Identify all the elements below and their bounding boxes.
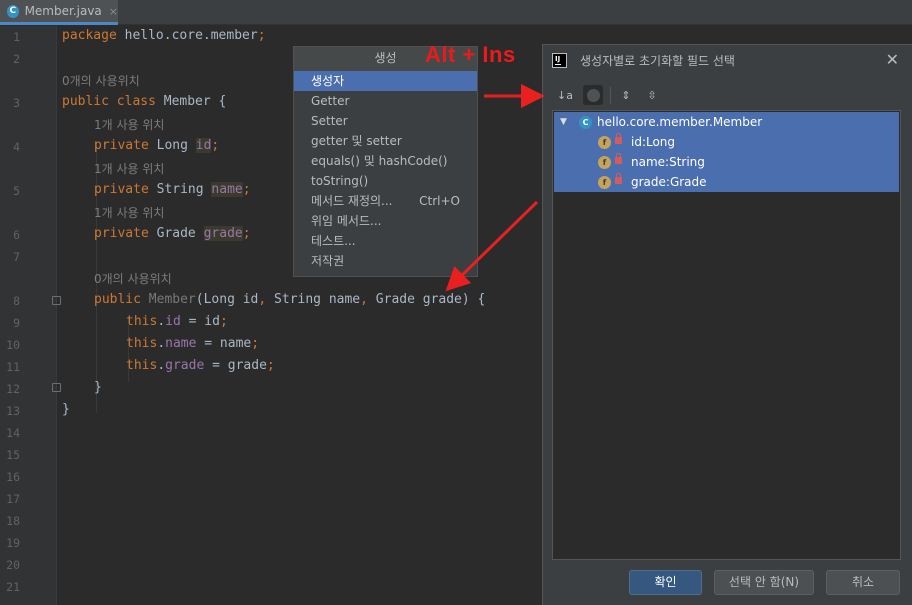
tree-node-label: id:Long <box>631 135 676 149</box>
tree-node-field[interactable]: f name:String <box>554 152 899 172</box>
code-line: public Member(Long id, String name, Grad… <box>94 292 486 307</box>
line-number: 6 <box>13 228 20 242</box>
line-number: 16 <box>6 470 20 484</box>
usage-hint[interactable]: 0개의 사용위치 <box>94 270 172 287</box>
usage-hint[interactable]: 1개 사용 위치 <box>94 116 164 133</box>
dialog-toolbar: ↓a ⇕ ⇳ <box>553 85 893 107</box>
collapse-all-icon[interactable]: ⇳ <box>642 85 662 105</box>
tree-node-field[interactable]: f grade:Grade <box>554 172 899 192</box>
line-number: 11 <box>6 360 20 374</box>
close-icon[interactable]: ✕ <box>886 50 899 69</box>
class-c-icon: C <box>7 4 19 18</box>
editor-tab-bar: C Member.java × <box>0 0 912 25</box>
expand-all-icon[interactable]: ⇕ <box>616 85 636 105</box>
menu-item-setter[interactable]: Setter <box>294 111 477 131</box>
code-line: } <box>94 380 102 395</box>
menu-item-tostring[interactable]: toString() <box>294 171 477 191</box>
line-number: 8 <box>13 294 20 308</box>
line-number: 9 <box>13 316 20 330</box>
field-f-icon: f <box>598 156 611 169</box>
select-none-button[interactable]: 선택 안 함(N) <box>714 570 814 595</box>
tree-node-field[interactable]: f id:Long <box>554 132 899 152</box>
line-number: 1 <box>13 30 20 44</box>
code-line: this.name = name; <box>126 336 260 351</box>
line-number-gutter: 1 2 3 4 5 6 7 8 9 10 11 12 13 14 15 16 1… <box>0 26 61 605</box>
line-number: 4 <box>13 140 20 154</box>
field-f-icon: f <box>598 136 611 149</box>
intellij-logo-icon: IJ <box>552 53 567 68</box>
line-number: 3 <box>13 96 20 110</box>
usage-hint[interactable]: 1개 사용 위치 <box>94 160 164 177</box>
line-number: 7 <box>13 250 20 264</box>
line-number: 10 <box>6 338 20 352</box>
line-number: 20 <box>6 558 20 572</box>
field-f-icon: f <box>598 176 611 189</box>
tree-node-label: hello.core.member.Member <box>597 115 763 129</box>
menu-item-test[interactable]: 테스트... <box>294 231 477 251</box>
tab-label: Member.java <box>24 4 102 18</box>
line-number: 2 <box>13 52 20 66</box>
code-line: private Long id; <box>94 138 220 153</box>
sort-alphabetically-icon[interactable]: ↓a <box>555 85 575 105</box>
line-number: 5 <box>13 184 20 198</box>
code-line: private String name; <box>94 182 251 197</box>
line-number: 12 <box>6 382 20 396</box>
choose-fields-dialog: IJ 생성자별로 초기화할 필드 선택 ✕ ↓a ⇕ ⇳ ▼ C hello.c… <box>542 44 912 605</box>
line-number: 18 <box>6 514 20 528</box>
menu-item-delegate-methods[interactable]: 위임 메서드... <box>294 211 477 231</box>
class-c-icon: C <box>579 116 592 129</box>
tree-node-class[interactable]: ▼ C hello.core.member.Member <box>554 112 899 132</box>
private-lock-icon <box>615 133 622 144</box>
menu-item-override-methods[interactable]: 메서드 재정의... Ctrl+O <box>294 191 477 211</box>
menu-item-getter[interactable]: Getter <box>294 91 477 111</box>
line-number: 19 <box>6 536 20 550</box>
dialog-title-bar: IJ 생성자별로 초기화할 필드 선택 ✕ <box>543 45 912 75</box>
code-line: this.id = id; <box>126 314 228 329</box>
menu-item-equals-hashcode[interactable]: equals() 및 hashCode() <box>294 151 477 171</box>
menu-item-copyright[interactable]: 저작권 <box>294 251 477 271</box>
show-classes-icon[interactable] <box>583 85 603 105</box>
line-number: 15 <box>6 448 20 462</box>
generate-popup: 생성 생성자 Getter Setter getter 및 setter equ… <box>293 46 478 277</box>
menu-item-constructor[interactable]: 생성자 <box>294 71 477 91</box>
line-number: 14 <box>6 426 20 440</box>
field-tree[interactable]: ▼ C hello.core.member.Member f id:Long f… <box>552 110 901 560</box>
tab-close-icon[interactable]: × <box>109 5 118 18</box>
code-line: } <box>62 402 70 417</box>
menu-item-getter-and-setter[interactable]: getter 및 setter <box>294 131 477 151</box>
ok-button[interactable]: 확인 <box>629 570 702 595</box>
code-line: private Grade grade; <box>94 226 251 241</box>
dialog-title: 생성자별로 초기화할 필드 선택 <box>580 54 735 68</box>
private-lock-icon <box>615 173 622 184</box>
code-line: this.grade = grade; <box>126 358 275 373</box>
tree-node-label: name:String <box>631 155 705 169</box>
tab-member-java[interactable]: C Member.java × <box>0 0 118 25</box>
private-lock-icon <box>615 153 622 164</box>
toolbar-separator <box>610 87 611 104</box>
code-line: public class Member { <box>62 94 227 109</box>
chevron-down-icon[interactable]: ▼ <box>560 112 567 132</box>
usage-hint[interactable]: 0개의 사용위치 <box>62 72 140 89</box>
shortcut-annotation: Alt + Ins <box>425 42 516 67</box>
shortcut-label: Ctrl+O <box>419 194 460 208</box>
line-number: 17 <box>6 492 20 506</box>
line-number: 21 <box>6 580 20 594</box>
tree-node-label: grade:Grade <box>631 175 707 189</box>
line-number: 13 <box>6 404 20 418</box>
usage-hint[interactable]: 1개 사용 위치 <box>94 204 164 221</box>
code-line: package hello.core.member; <box>62 28 266 43</box>
cancel-button[interactable]: 취소 <box>826 570 900 595</box>
